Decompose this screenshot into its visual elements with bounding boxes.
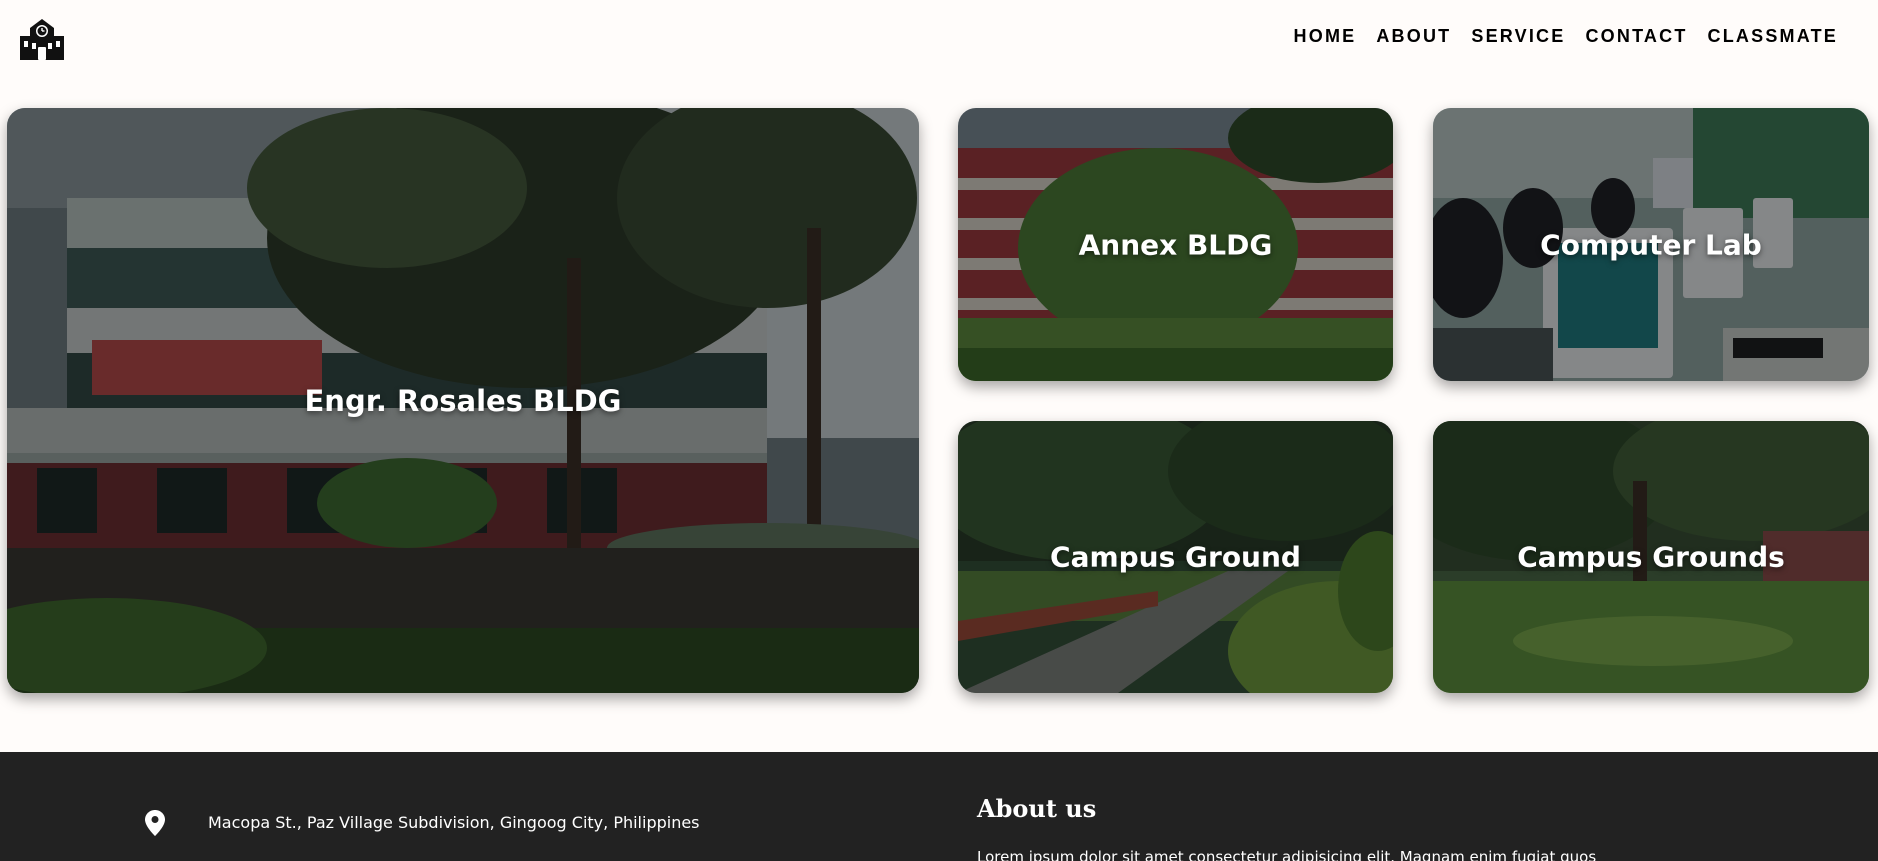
- gallery-tile-campus-grounds[interactable]: Campus Grounds: [1433, 421, 1869, 693]
- nav-contact[interactable]: CONTACT: [1585, 26, 1687, 47]
- map-pin-icon: [145, 810, 165, 836]
- nav-about[interactable]: ABOUT: [1376, 26, 1451, 47]
- main-nav: HOME ABOUT SERVICE CONTACT CLASSMATE: [1274, 26, 1838, 47]
- gallery-tile-annex-bldg[interactable]: Annex BLDG: [958, 108, 1393, 381]
- nav-classmate[interactable]: CLASSMATE: [1708, 26, 1838, 47]
- gallery-tile-computer-lab[interactable]: Computer Lab: [1433, 108, 1869, 381]
- gallery-tile-rosales-bldg[interactable]: Engr. Rosales BLDG: [7, 108, 919, 693]
- nav-service[interactable]: SERVICE: [1471, 26, 1565, 47]
- nav-home[interactable]: HOME: [1294, 26, 1357, 47]
- gallery-tile-campus-ground[interactable]: Campus Ground: [958, 421, 1393, 693]
- about-heading: About us: [977, 794, 1097, 823]
- tile-caption: Annex BLDG: [1078, 228, 1273, 261]
- address-text: Macopa St., Paz Village Subdivision, Gin…: [208, 813, 700, 832]
- about-text: Lorem ipsum dolor sit amet consectetur a…: [977, 848, 1597, 861]
- tile-caption: Engr. Rosales BLDG: [304, 383, 622, 418]
- school-building-icon[interactable]: [16, 16, 68, 60]
- site-footer: Macopa St., Paz Village Subdivision, Gin…: [0, 752, 1878, 861]
- tile-caption: Campus Ground: [1050, 540, 1301, 574]
- site-header: HOME ABOUT SERVICE CONTACT CLASSMATE: [0, 0, 1878, 80]
- tile-caption: Computer Lab: [1540, 228, 1762, 261]
- tile-caption: Campus Grounds: [1517, 540, 1785, 574]
